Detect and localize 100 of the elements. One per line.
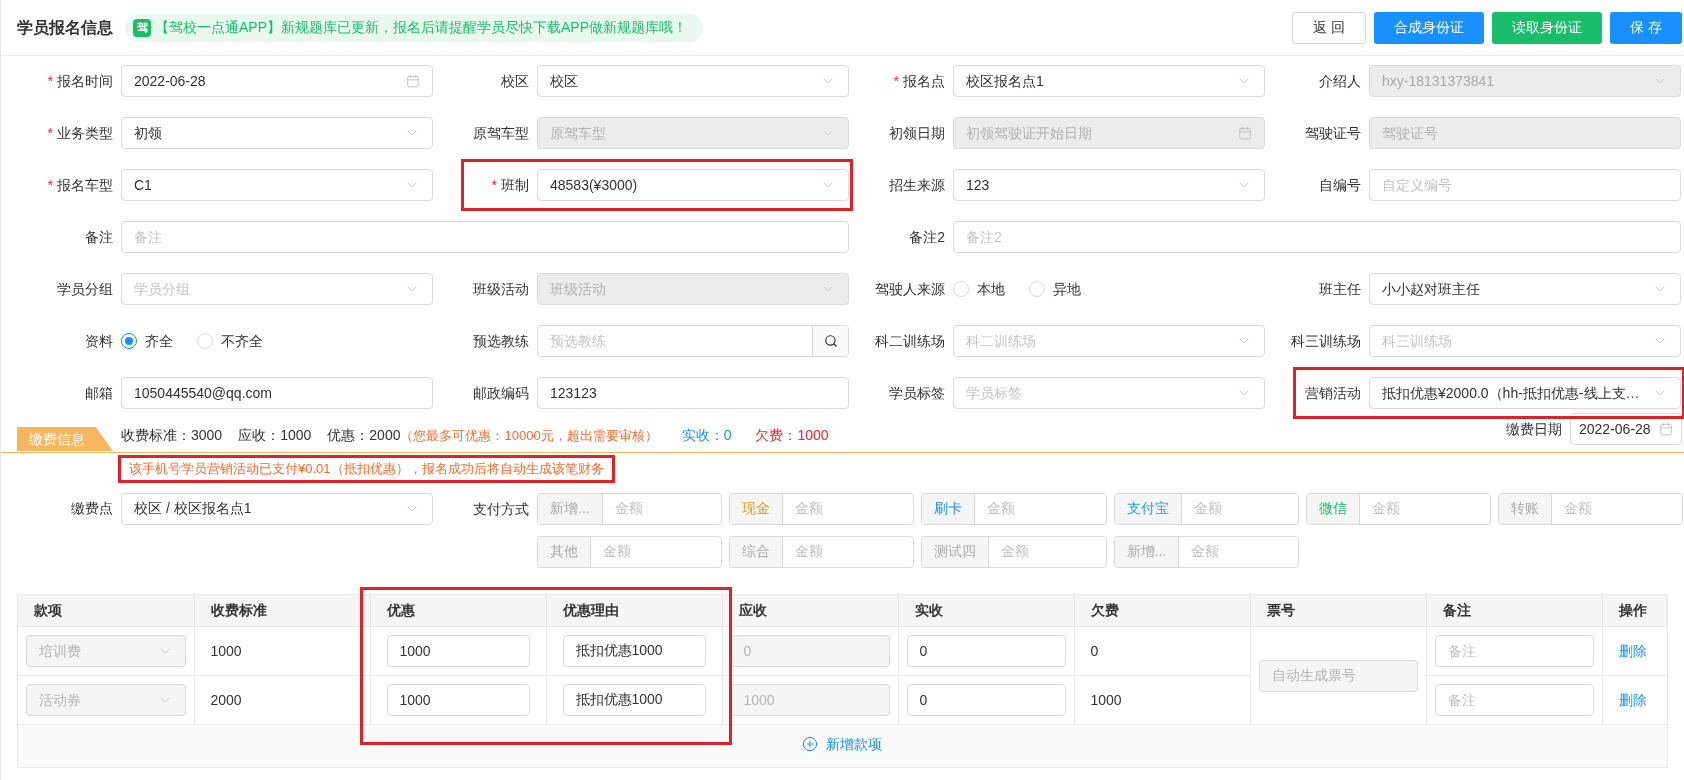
field-label: 初领日期 [889,123,945,143]
field-label: 邮箱 [85,383,113,403]
fee-summary: 收费标准：3000 [121,426,223,445]
amount-field[interactable]: 新增... 金额 [537,492,723,525]
discount-limit-note: （您最多可优惠：10000元，超出需要审核） [400,426,658,445]
payment-method-label: 新增... [538,493,603,524]
field-label: 缴费点 [70,499,113,518]
field-label: 备注 [85,227,113,247]
dropdown-field[interactable]: 校区 / 校区报名点1 [121,492,433,525]
field-label: 学员标签 [889,383,945,403]
input-field[interactable]: 123123 [537,377,849,409]
fee-total: 欠费：1000 [755,426,829,445]
input-field[interactable]: 备注2 [953,221,1681,253]
input-field[interactable]: 1000 [386,684,530,716]
delete-link[interactable]: 删除 [1618,642,1647,659]
amount-field[interactable]: 测试四 金额 [921,535,1107,568]
app-logo-icon: 驾 [133,18,151,37]
column-header: 优惠理由 [546,594,722,627]
dropdown-field[interactable]: 培训费 [26,635,186,667]
required-mark: * [47,123,53,143]
required-mark: * [491,175,497,195]
add-item-button[interactable]: 新增款项 [802,733,883,755]
amount-field[interactable]: 转账 金额 [1497,492,1683,525]
input-field[interactable]: 备注 [121,221,849,253]
radio-option[interactable]: 本地 [953,278,1005,300]
dropdown-field[interactable]: 123 [953,169,1265,201]
date-field[interactable]: 2022-06-28 [121,65,433,97]
radio-option[interactable]: 齐全 [121,330,173,352]
field-label: 缴费日期 [1506,419,1562,439]
date-field[interactable]: 2022-06-28 [1570,413,1682,445]
field-label: 邮政编码 [473,383,529,403]
input-field[interactable]: 抵扣优惠1000 [562,684,706,716]
fee-summary: 应收：1000 [238,426,312,445]
payment-method-label: 新增... [1114,536,1180,567]
payment-method-label: 转账 [1498,493,1552,524]
field-label: 报名时间 [57,71,113,91]
dropdown-field[interactable]: 学员标签 [953,377,1265,409]
amount-field[interactable]: 其他 金额 [537,535,723,568]
required-mark: * [47,71,53,91]
dropdown-field[interactable]: 初领 [121,117,433,149]
field-label: 预选教练 [473,331,529,351]
input-field[interactable]: 备注 [1434,684,1594,716]
field-label: 招生来源 [889,175,945,195]
payment-method-label: 其他 [538,536,591,567]
dropdown-field[interactable]: 学员分组 [121,273,433,305]
payment-method-label: 现金 [730,493,784,524]
action-button[interactable]: 保 存 [1610,11,1682,44]
column-header: 款项 [18,594,194,627]
radio-option[interactable]: 不齐全 [197,330,263,352]
delete-link[interactable]: 删除 [1618,691,1647,708]
dropdown-field[interactable]: 抵扣优惠¥2000.0（hh-抵扣优惠-线上支… [1369,377,1681,409]
required-mark: * [47,175,53,195]
fee-total: 实收：0 [681,426,732,445]
column-header: 收费标准 [194,594,370,627]
action-button[interactable]: 合成身份证 [1374,11,1485,44]
amount-field[interactable]: 现金 金额 [729,492,915,525]
amount-field[interactable]: 微信 金额 [1305,492,1491,525]
payment-method-label: 微信 [1306,493,1360,524]
field-label: 备注2 [909,227,945,247]
input-field[interactable]: 备注 [1434,635,1594,667]
plus-circle-icon [802,736,819,752]
amount-field[interactable]: 新增... 金额 [1113,535,1299,568]
input-field[interactable]: 抵扣优惠1000 [562,635,706,667]
input-field[interactable]: 0 [906,684,1066,716]
column-header: 优惠 [370,594,546,627]
dropdown-field[interactable]: 48583(¥3000) [537,169,849,201]
ticket-number-field[interactable]: 自动生成票号 [1258,659,1418,692]
input-field[interactable]: 1000 [386,635,530,667]
column-header: 实收 [898,594,1074,627]
amount-field[interactable]: 支付宝 金额 [1113,492,1299,525]
amount-field[interactable]: 刷卡 金额 [921,492,1107,525]
radio-option[interactable]: 异地 [1029,278,1081,300]
amount-field[interactable]: 综合 金额 [729,535,915,568]
input-field[interactable]: 1050445540@qq.com [121,377,433,409]
input-field[interactable]: 0 [906,635,1066,667]
action-button[interactable]: 返 回 [1292,11,1367,44]
calendar-icon [1238,126,1252,140]
dropdown-field[interactable]: 小小赵对班主任 [1369,273,1681,305]
column-header: 备注 [1426,594,1602,627]
table-cell: 0 [1074,626,1250,676]
dropdown-field[interactable]: 活动券 [26,684,186,716]
payment-method-label: 综合 [730,536,784,567]
page-title: 学员报名信息 [17,17,113,38]
column-header: 票号 [1250,594,1426,627]
dropdown-field[interactable]: 校区 [537,65,849,97]
action-button[interactable]: 读取身份证 [1492,11,1603,44]
field-label: 业务类型 [57,123,113,143]
dropdown-field[interactable]: C1 [121,169,433,201]
search-field[interactable]: 预选教练 [537,325,849,357]
field-label: 班主任 [1319,279,1361,299]
fee-summary: 优惠：2000 [327,426,401,445]
payment-method-label: 支付宝 [1114,493,1182,524]
column-header: 欠费 [1074,594,1250,627]
field-label: 班制 [501,175,529,195]
field-label: 科三训练场 [1291,331,1361,351]
input-field[interactable]: 自定义编号 [1369,169,1681,201]
dropdown-field[interactable]: 校区报名点1 [953,65,1265,97]
field-label: 驾驶人来源 [875,279,945,299]
payment-notice: 该手机号学员营销活动已支付¥0.01（抵扣优惠），报名成功后将自动生成该笔财务 [118,455,615,483]
payment-method-label: 测试四 [922,536,990,567]
